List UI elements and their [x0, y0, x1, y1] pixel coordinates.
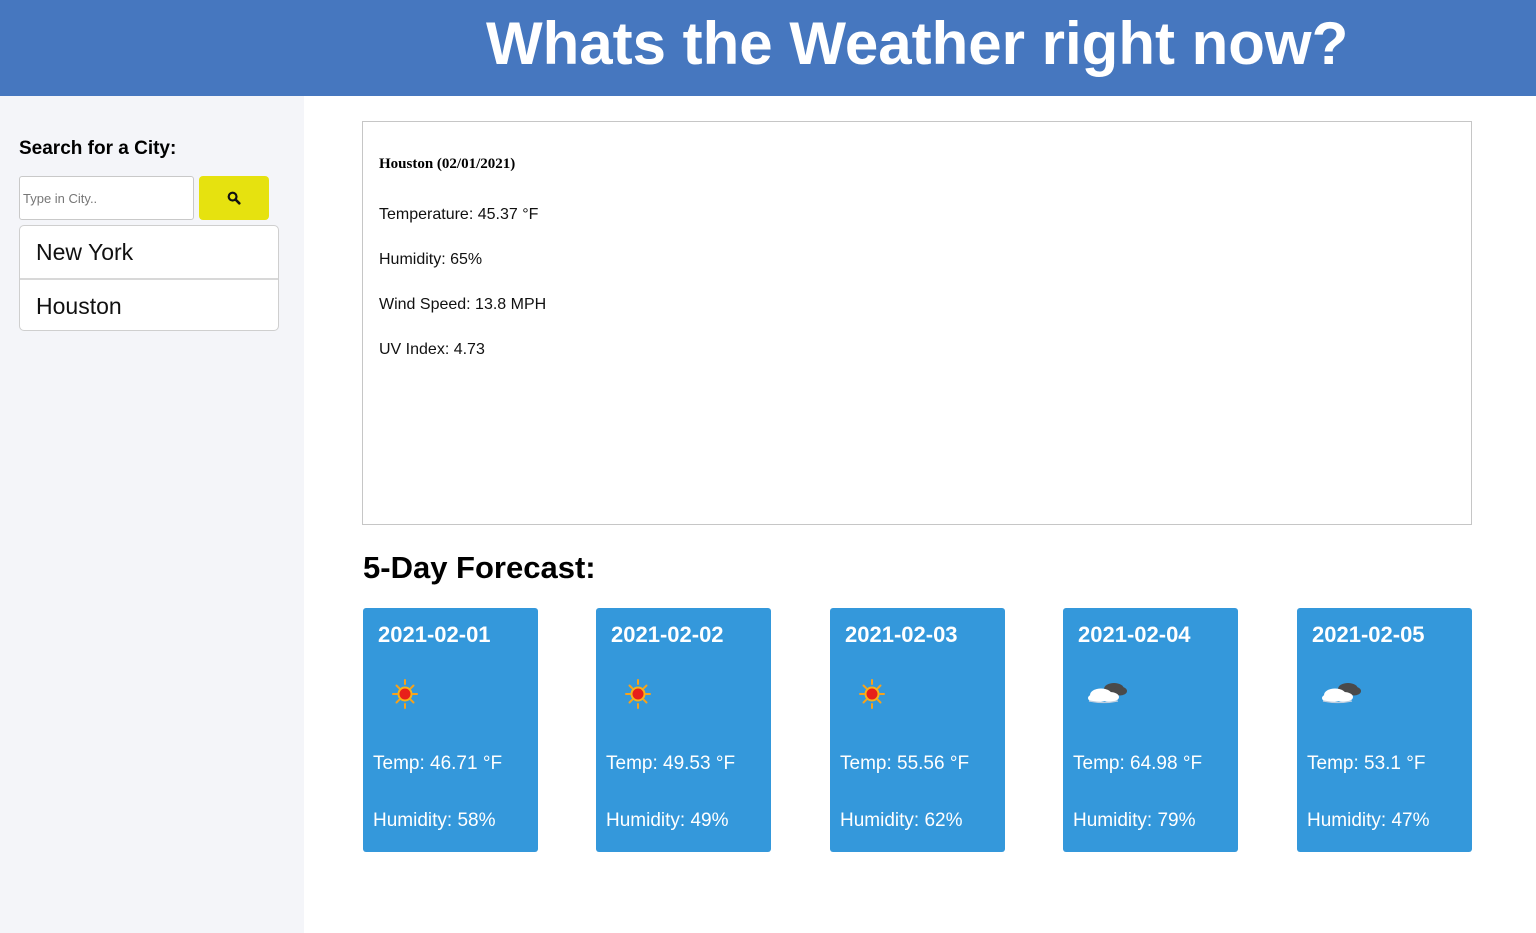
page-title: Whats the Weather right now? — [486, 10, 1349, 77]
forecast-date: 2021-02-05 — [1312, 622, 1425, 647]
city-history-item-houston[interactable]: Houston — [20, 278, 278, 330]
current-city-title: Houston (02/01/2021) — [379, 156, 516, 172]
forecast-date: 2021-02-03 — [845, 622, 958, 647]
sun-icon — [859, 679, 885, 709]
forecast-humidity: Humidity: 79% — [1073, 810, 1196, 831]
forecast-temp: Temp: 64.98 °F — [1073, 753, 1203, 774]
forecast-card: 2021-02-04 Temp: 64.98 °F Humidity: 79% — [1063, 608, 1238, 852]
forecast-date: 2021-02-02 — [611, 622, 724, 647]
current-wind-speed: Wind Speed: 13.8 MPH — [379, 296, 547, 313]
header-banner: Whats the Weather right now? — [0, 0, 1536, 96]
forecast-humidity: Humidity: 58% — [373, 810, 496, 831]
forecast-heading: 5-Day Forecast: — [363, 550, 596, 585]
search-history-list: New York Houston — [19, 225, 279, 331]
forecast-date: 2021-02-04 — [1078, 622, 1191, 647]
sidebar: Search for a City: New York Houston — [0, 96, 304, 933]
forecast-card: 2021-02-03 Temp: 55.56 °F Humidity: 62% — [830, 608, 1005, 852]
forecast-temp: Temp: 55.56 °F — [840, 753, 970, 774]
city-history-item-new-york[interactable]: New York — [20, 226, 278, 278]
forecast-card: 2021-02-02 Temp: 49.53 °F Humidity: 49% — [596, 608, 771, 852]
forecast-card: 2021-02-05 Temp: 53.1 °F Humidity: 47% — [1297, 608, 1472, 852]
forecast-date: 2021-02-01 — [378, 622, 491, 647]
city-search-input[interactable] — [19, 176, 194, 220]
search-button[interactable] — [199, 176, 269, 220]
forecast-temp: Temp: 46.71 °F — [373, 753, 503, 774]
cloud-icon — [1088, 683, 1127, 704]
forecast-temp: Temp: 49.53 °F — [606, 753, 736, 774]
current-temperature: Temperature: 45.37 °F — [379, 206, 539, 223]
forecast-card: 2021-02-01 Temp: 46.71 °F Humidity: 58% — [363, 608, 538, 852]
search-icon — [227, 191, 241, 205]
current-humidity: Humidity: 65% — [379, 251, 483, 268]
forecast-humidity: Humidity: 49% — [606, 810, 729, 831]
forecast-humidity: Humidity: 47% — [1307, 810, 1430, 831]
sun-icon — [625, 679, 651, 709]
forecast-temp: Temp: 53.1 °F — [1307, 753, 1426, 774]
cloud-icon — [1322, 683, 1361, 704]
forecast-humidity: Humidity: 62% — [840, 810, 963, 831]
current-uv-index: UV Index: 4.73 — [379, 341, 485, 358]
current-weather-panel: Houston (02/01/2021) Temperature: 45.37 … — [362, 121, 1472, 525]
search-label: Search for a City: — [19, 138, 177, 159]
sun-icon — [392, 679, 418, 709]
